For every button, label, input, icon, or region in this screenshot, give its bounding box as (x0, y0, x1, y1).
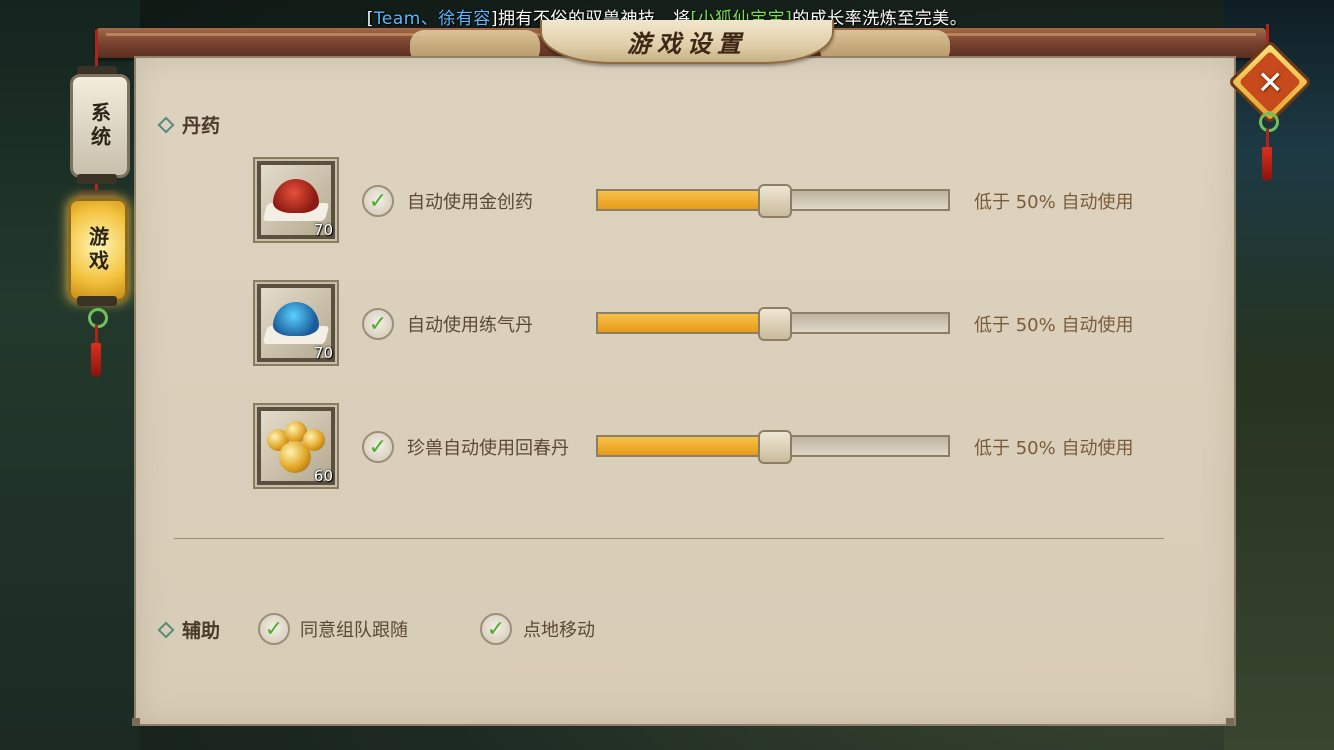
click-move-label: 点地移动 (523, 620, 595, 641)
tab-game-label: 游戏 (85, 226, 110, 274)
checkmark-icon: ✓ (368, 188, 388, 214)
slider-thumb[interactable] (758, 430, 792, 464)
item-slot-jinchuangyao[interactable]: 70 (253, 157, 339, 243)
checkmark-icon: ✓ (486, 616, 506, 642)
tab-system[interactable]: 系统 (70, 74, 130, 178)
section-header-medicine: 丹药 (157, 111, 221, 138)
slider-fill (598, 191, 773, 209)
slider-fill (598, 314, 773, 332)
threshold-slider[interactable] (596, 307, 950, 341)
item-slot-huichundan[interactable]: 60 (253, 403, 339, 489)
threshold-slider[interactable] (596, 184, 950, 218)
auto-use-checkbox[interactable]: ✓ (362, 185, 394, 217)
team-follow-label: 同意组队跟随 (300, 620, 408, 641)
slider-fill (598, 437, 773, 455)
panel-corner (132, 718, 140, 726)
threshold-slider[interactable] (596, 430, 950, 464)
row-label: 自动使用金创药 (407, 192, 533, 213)
broadcast-team: Team、 (373, 9, 439, 29)
diamond-bullet-icon (157, 116, 175, 133)
section-header-assist: 辅助 (157, 616, 221, 643)
diamond-bullet-icon (157, 621, 175, 638)
section-divider (174, 538, 1164, 539)
close-cord (1266, 129, 1269, 147)
checkmark-icon: ✓ (264, 616, 284, 642)
slider-thumb[interactable] (758, 184, 792, 218)
jade-ring-icon (1259, 112, 1279, 132)
broadcast-bracket: ] (490, 9, 498, 29)
threshold-label: 低于 50% 自动使用 (974, 438, 1134, 459)
close-x-icon: ✕ (1256, 63, 1284, 101)
row-label: 珍兽自动使用回春丹 (407, 438, 569, 459)
auto-use-checkbox[interactable]: ✓ (362, 431, 394, 463)
tassel-icon (1262, 147, 1272, 181)
lantern-cap (77, 174, 117, 184)
item-quantity: 70 (313, 344, 333, 362)
checkmark-icon: ✓ (368, 311, 388, 337)
broadcast-player-name[interactable]: 徐有容 (438, 9, 491, 29)
click-move-checkbox[interactable]: ✓ (480, 613, 512, 645)
row-label: 自动使用练气丹 (407, 315, 533, 336)
threshold-label: 低于 50% 自动使用 (974, 315, 1134, 336)
section-label: 丹药 (182, 115, 221, 137)
item-quantity: 70 (313, 221, 333, 239)
section-label: 辅助 (182, 620, 221, 642)
item-slot-lianqidan[interactable]: 70 (253, 280, 339, 366)
item-quantity: 60 (313, 467, 333, 485)
title-plaque: 游戏设置 (540, 20, 834, 64)
tab-system-label: 系统 (87, 102, 112, 150)
checkmark-icon: ✓ (368, 434, 388, 460)
tassel-icon (91, 343, 101, 377)
lantern-cap (77, 296, 117, 306)
team-follow-checkbox[interactable]: ✓ (258, 613, 290, 645)
lantern-cord (95, 325, 98, 343)
tab-game[interactable]: 游戏 (68, 198, 128, 302)
broadcast-bracket: [ (366, 9, 374, 29)
threshold-label: 低于 50% 自动使用 (974, 192, 1134, 213)
panel-corner (1226, 718, 1234, 726)
slider-thumb[interactable] (758, 307, 792, 341)
jade-ring-icon (88, 308, 108, 328)
window-title: 游戏设置 (627, 28, 747, 58)
auto-use-checkbox[interactable]: ✓ (362, 308, 394, 340)
